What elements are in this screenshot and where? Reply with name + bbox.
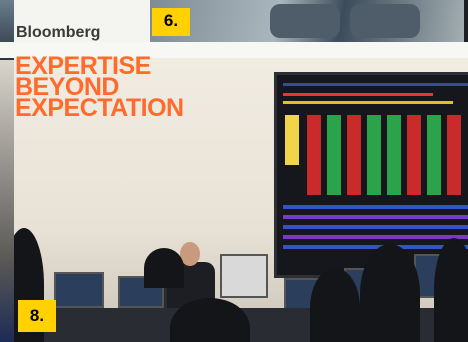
data-column [327, 115, 341, 195]
data-column [427, 115, 441, 195]
brand-name: Bloomberg [16, 24, 100, 42]
audience-member [434, 238, 468, 342]
audience-member [144, 248, 184, 288]
data-column [347, 115, 361, 195]
data-column [407, 115, 421, 195]
slogan-line-3: EXPECTATION [15, 94, 184, 122]
screen-line [283, 93, 433, 96]
slogan: EXPERTISE BEYOND EXPECTATION [15, 54, 184, 122]
top-photo-strip [150, 0, 468, 42]
data-column [307, 115, 321, 195]
ticker-line [283, 235, 468, 239]
audience-member [310, 268, 360, 342]
computer-monitor [220, 254, 268, 298]
audience-member [360, 244, 420, 342]
photo-number-8: 8. [18, 300, 56, 332]
computer-monitor [54, 272, 104, 308]
ticker-line [283, 215, 468, 219]
lounge-seat [350, 4, 420, 38]
left-photo-strip [0, 60, 14, 342]
brand-text: Bloomberg [16, 24, 101, 41]
screen-header [283, 83, 468, 86]
data-column [387, 115, 401, 195]
market-data-screen [274, 72, 468, 278]
ticker-line [283, 225, 468, 229]
screen-line [283, 101, 453, 104]
lounge-seat [270, 4, 340, 38]
ticker-line [283, 205, 468, 209]
data-column [285, 115, 299, 165]
photo-number-6: 6. [152, 8, 190, 36]
data-column [447, 115, 461, 195]
data-column [367, 115, 381, 195]
